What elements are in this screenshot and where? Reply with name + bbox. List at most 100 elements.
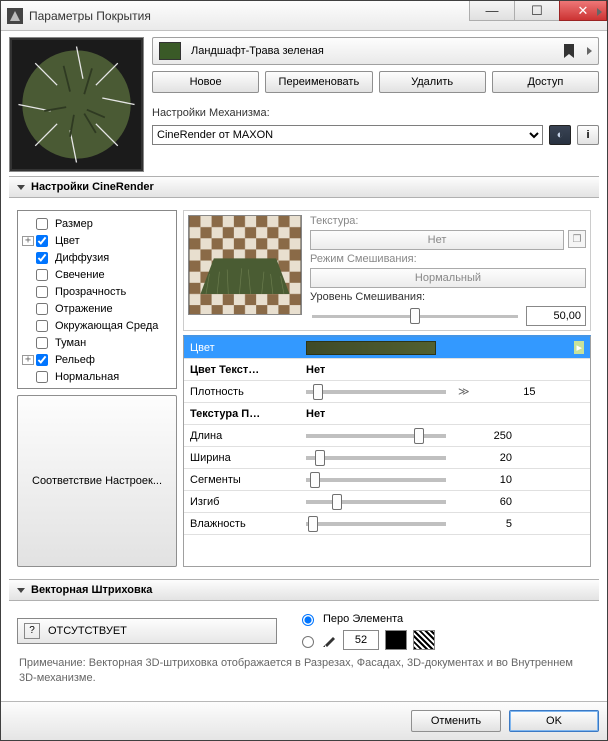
tree-checkbox[interactable]	[36, 269, 48, 281]
property-name: Плотность	[190, 386, 300, 398]
tree-checkbox[interactable]	[36, 354, 48, 366]
tree-label: Цвет	[52, 235, 83, 247]
property-value[interactable]: 20	[306, 452, 584, 464]
material-name-input[interactable]	[189, 44, 555, 58]
texture-label: Текстура:	[310, 215, 586, 227]
expand-icon[interactable]	[587, 47, 592, 55]
property-value[interactable]: 10	[306, 474, 584, 486]
property-value[interactable]: ▸	[306, 341, 584, 355]
share-button[interactable]: Доступ	[492, 71, 599, 93]
engine-select[interactable]: CineRender от MAXON	[152, 125, 543, 145]
tree-checkbox[interactable]	[36, 218, 48, 230]
copy-icon[interactable]: ❐	[568, 230, 586, 248]
dialog-window: Параметры Покрытия — ☐ ✕	[0, 0, 608, 741]
property-name: Изгиб	[190, 496, 300, 508]
new-button[interactable]: Новое	[152, 71, 259, 93]
property-row[interactable]: Цвет ▸	[184, 337, 590, 359]
app-icon	[7, 8, 23, 24]
delete-button[interactable]: Удалить	[379, 71, 486, 93]
channel-tree[interactable]: Размер+ЦветДиффузияСвечениеПрозрачностьО…	[17, 210, 177, 389]
tree-checkbox[interactable]	[36, 286, 48, 298]
property-table: Цвет ▸ Цвет Текст… Нет Плотность ≫15 Текстура …	[183, 335, 591, 567]
property-value[interactable]: ≫15	[306, 385, 584, 398]
tree-item[interactable]: Нормальная	[20, 368, 174, 385]
tree-label: Размер	[52, 218, 96, 230]
tree-checkbox[interactable]	[36, 303, 48, 315]
pen-element-radio[interactable]	[302, 614, 314, 626]
property-row[interactable]: Ширина 20	[184, 447, 590, 469]
tree-item[interactable]: Окружающая Среда	[20, 317, 174, 334]
hatch-section-header[interactable]: Векторная Штриховка	[9, 579, 599, 601]
property-name: Длина	[190, 430, 300, 442]
property-value[interactable]: 5	[306, 518, 584, 530]
blend-mode-label: Режим Смешивания:	[310, 253, 586, 265]
minimize-button[interactable]: —	[469, 1, 515, 21]
blend-level-input[interactable]	[526, 306, 586, 326]
tree-item[interactable]: Прозрачность	[20, 283, 174, 300]
pen-element-label: Перо Элемента	[323, 613, 403, 625]
engine-label: Настройки Механизма:	[152, 107, 599, 119]
rename-button[interactable]: Переименовать	[265, 71, 372, 93]
tree-item[interactable]: Альфа	[20, 385, 174, 389]
cine-section-header[interactable]: Настройки CineRender	[9, 176, 599, 198]
tree-label: Альфа	[52, 388, 93, 389]
property-value[interactable]: Нет	[306, 364, 584, 376]
property-value[interactable]: 250	[306, 430, 584, 442]
window-title: Параметры Покрытия	[29, 9, 470, 23]
cancel-button[interactable]: Отменить	[411, 710, 501, 732]
property-row[interactable]: Влажность5	[184, 513, 590, 535]
bookmark-icon[interactable]	[563, 44, 575, 58]
property-row[interactable]: Плотность ≫15	[184, 381, 590, 403]
tree-item[interactable]: +Рельеф	[20, 351, 174, 368]
property-name: Цвет	[190, 342, 300, 354]
blend-mode-select[interactable]: Нормальный	[310, 268, 586, 288]
hatch-select[interactable]: ? ОТСУТСТВУЕТ	[17, 618, 277, 644]
tree-item[interactable]: +Цвет	[20, 232, 174, 249]
tree-item[interactable]: Туман	[20, 334, 174, 351]
chevron-down-icon	[17, 588, 25, 593]
property-row[interactable]: Длина 250	[184, 425, 590, 447]
property-name: Цвет Текст…	[190, 364, 300, 376]
blend-level-label: Уровень Смешивания:	[310, 291, 586, 303]
match-settings-button[interactable]: Соответствие Настроек...	[17, 395, 177, 568]
pen-pattern-swatch[interactable]	[413, 630, 435, 650]
texture-select[interactable]: Нет	[310, 230, 564, 250]
property-row[interactable]: Изгиб 60	[184, 491, 590, 513]
tree-item[interactable]: Диффузия	[20, 249, 174, 266]
tree-label: Диффузия	[52, 252, 112, 264]
tree-checkbox[interactable]	[36, 320, 48, 332]
tree-item[interactable]: Отражение	[20, 300, 174, 317]
property-row[interactable]: Сегменты10	[184, 469, 590, 491]
tree-label: Нормальная	[52, 371, 122, 383]
engine-info-button[interactable]: i	[577, 125, 599, 145]
pen-weight-swatch[interactable]	[385, 630, 407, 650]
maximize-button[interactable]: ☐	[514, 1, 560, 21]
tree-item[interactable]: Свечение	[20, 266, 174, 283]
hatch-value: ОТСУТСТВУЕТ	[48, 625, 127, 637]
property-row[interactable]: Текстура П…Нет	[184, 403, 590, 425]
material-name-field[interactable]	[152, 37, 599, 65]
material-swatch	[159, 42, 181, 60]
hatch-section-title: Векторная Штриховка	[31, 584, 152, 596]
tree-label: Свечение	[52, 269, 108, 281]
tree-checkbox[interactable]	[36, 252, 48, 264]
pen-number-input[interactable]	[343, 630, 379, 650]
blend-level-slider[interactable]	[312, 315, 518, 318]
tree-label: Рельеф	[52, 354, 98, 366]
material-preview-large	[9, 37, 144, 172]
property-value[interactable]: Нет	[306, 408, 584, 420]
tree-checkbox[interactable]	[36, 388, 48, 389]
pen-custom-radio[interactable]	[302, 636, 314, 648]
tree-checkbox[interactable]	[36, 337, 48, 349]
property-row[interactable]: Цвет Текст… Нет	[184, 359, 590, 381]
chevron-down-icon	[17, 185, 25, 190]
ok-button[interactable]: OK	[509, 710, 599, 732]
tree-checkbox[interactable]	[36, 235, 48, 247]
tree-checkbox[interactable]	[36, 371, 48, 383]
engine-toggle-button[interactable]: ◐	[549, 125, 571, 145]
property-name: Ширина	[190, 452, 300, 464]
property-value[interactable]: 60	[306, 496, 584, 508]
tree-item[interactable]: Размер	[20, 215, 174, 232]
hatch-note: Примечание: Векторная 3D-штриховка отобр…	[17, 656, 591, 685]
tree-label: Окружающая Среда	[52, 320, 161, 332]
